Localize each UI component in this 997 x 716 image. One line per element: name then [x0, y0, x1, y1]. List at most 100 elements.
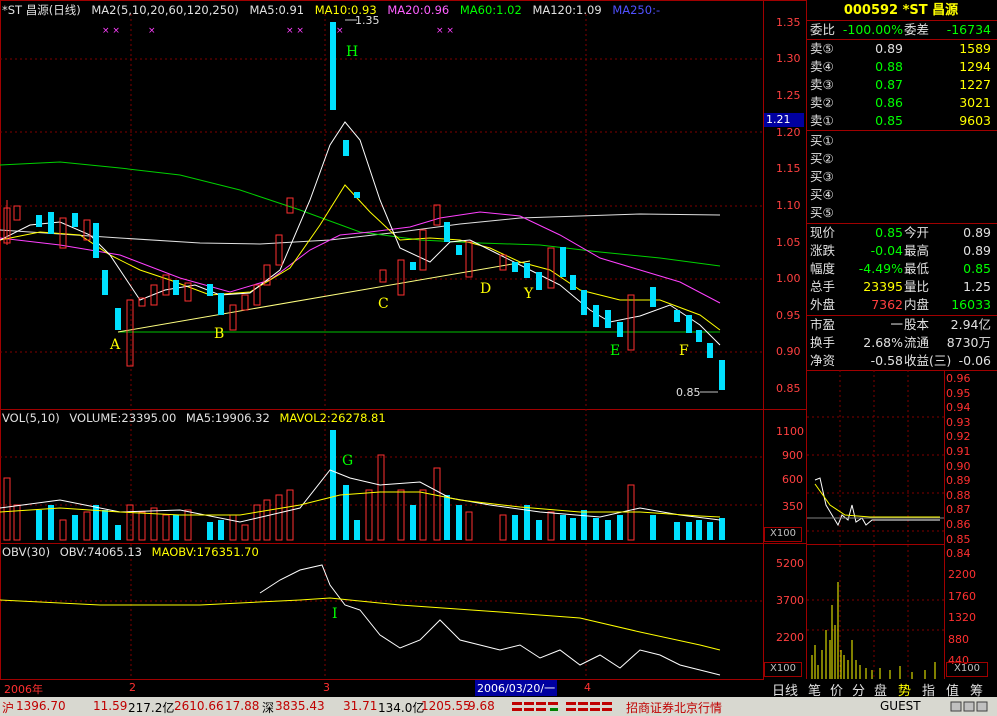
buy-row[interactable]: 买② — [807, 150, 995, 168]
sell-row[interactable]: 卖② 0.86 3021 — [807, 94, 995, 112]
date-axis: 2006年 2 3 2006/03/20/一 4 — [0, 680, 764, 697]
sell-label: 卖① — [810, 113, 834, 128]
obv-tick: 5200 — [776, 557, 804, 570]
low-price-label: 0.85 — [676, 386, 701, 399]
market-breadth-bars — [510, 700, 620, 713]
fin-row: 净资 -0.58 收益(三) -0.06 — [807, 352, 995, 370]
stat-row: 现价 0.85 今开 0.89 — [807, 224, 995, 242]
fin-label: 换手 — [810, 335, 836, 350]
price-tick: 0.85 — [776, 382, 801, 395]
ma120-value: MA120:1.09 — [532, 3, 602, 17]
price-tick: 1.30 — [776, 52, 801, 65]
status-bar: 沪 1396.70 11.59 217.2亿 2610.66 17.88 深 3… — [0, 697, 997, 716]
weicha-value: -16734 — [946, 22, 991, 37]
buy-label: 买⑤ — [810, 205, 834, 220]
fin-label: 市盈 — [810, 317, 836, 332]
ma10-line — [0, 184, 721, 331]
sell-label: 卖⑤ — [810, 41, 834, 56]
intraday-price-tick: 0.95 — [946, 386, 971, 400]
sell-volume: 1227 — [959, 77, 991, 92]
stat-value: 0.89 — [963, 243, 991, 258]
price-tick: 1.00 — [776, 272, 801, 285]
sell-row[interactable]: 卖⑤ 0.89 1589 — [807, 40, 995, 58]
connection-icons — [950, 700, 990, 716]
buy-label: 买② — [810, 151, 834, 166]
price-tick: 1.10 — [776, 199, 801, 212]
point-f-label: F — [679, 343, 689, 359]
fin-row: 市盈 一 股本 2.94亿 — [807, 316, 995, 334]
stat-label: 现价 — [810, 225, 836, 240]
intraday-price-tick: 0.85 — [946, 532, 971, 546]
intraday-price-tick: 0.96 — [946, 372, 971, 385]
stat-label: 最低 — [904, 261, 930, 276]
maobv-value: MAOBV:176351.70 — [151, 545, 259, 559]
ma60-line — [0, 161, 721, 267]
fin-value: 一 — [890, 317, 903, 332]
stat-value: 0.89 — [963, 225, 991, 240]
fin-row: 换手 2.68% 流通 8730万 — [807, 334, 995, 352]
intraday-avg-line — [814, 483, 940, 518]
maobv-line — [0, 597, 721, 651]
sell-row[interactable]: 卖① 0.85 9603 — [807, 112, 995, 130]
sh-label: 沪 — [2, 701, 15, 715]
date-cursor: 2006/03/20/一 — [475, 680, 558, 696]
sz-c: 1205.55 — [421, 699, 471, 713]
stat-value: 23395 — [863, 279, 903, 294]
stat-label: 幅度 — [810, 261, 836, 276]
vol-tick: 600 — [782, 473, 803, 486]
sz-index: 3835.43 — [275, 699, 325, 713]
intraday-vol-tick: 1760 — [948, 589, 976, 603]
stat-row: 总手 23395 量比 1.25 — [807, 278, 995, 296]
sh-amount: 217.2亿 — [128, 701, 175, 715]
view-tabs: 日线 笔 价 分 盘 势 指 值 筹 — [764, 679, 997, 699]
svg-text:× ×: × × — [286, 26, 304, 36]
date-month-3: 3 — [323, 681, 330, 694]
stat-value: -4.49% — [858, 261, 903, 276]
obv-legend: OBV(30) OBV:74065.13 MAOBV:176351.70 — [2, 545, 265, 559]
date-month-4: 4 — [584, 681, 591, 694]
svg-text:×: × — [336, 26, 344, 36]
buy-row[interactable]: 买④ — [807, 186, 995, 204]
stat-label: 总手 — [810, 279, 836, 294]
intraday-unit: X100 — [946, 662, 988, 677]
buy-label: 买③ — [810, 169, 834, 184]
price-tick: 1.15 — [776, 162, 801, 175]
obv-value: OBV:74065.13 — [59, 545, 142, 559]
point-c-label: C — [378, 296, 389, 312]
sell-row[interactable]: 卖③ 0.87 1227 — [807, 76, 995, 94]
intraday-price-tick: 0.84 — [946, 547, 971, 561]
stat-row: 外盘 7362 内盘 16033 — [807, 296, 995, 314]
sz-b: 17.88 — [225, 699, 260, 713]
broker-feed[interactable]: 招商证券北京行情 — [626, 699, 722, 716]
obv-unit: X100 — [764, 662, 802, 677]
ma-label: MA2(5,10,20,60,120,250) — [91, 3, 239, 17]
intraday-vol-tick: 2200 — [948, 568, 976, 581]
svg-text:× ×: × × — [102, 26, 120, 36]
svg-text:× ×: × × — [436, 26, 454, 36]
fin-value: 8730万 — [946, 335, 991, 350]
fin-label: 收益(三) — [904, 353, 952, 368]
buy-row[interactable]: 买⑤ — [807, 204, 995, 222]
vol-mavol2: MAVOL2:26278.81 — [279, 411, 386, 425]
sh-index: 1396.70 — [16, 699, 66, 713]
price-cursor-marker: 1.21 — [764, 113, 804, 127]
sz-label: 深 — [262, 701, 275, 715]
fin-label: 净资 — [810, 353, 836, 368]
buy-row[interactable]: 买① — [807, 132, 995, 150]
intraday-price-tick: 0.86 — [946, 517, 971, 531]
fin-label: 流通 — [904, 335, 930, 350]
quote-panel: 000592 *ST 昌源 委比 -100.00% 委差 -16734 卖⑤ 0… — [807, 0, 997, 400]
intraday-price-tick: 0.90 — [946, 459, 971, 473]
sell-volume: 1589 — [959, 41, 991, 56]
sell-volume: 3021 — [959, 95, 991, 110]
sell-price: 0.85 — [875, 113, 903, 128]
intraday-price-tick: 0.87 — [946, 503, 971, 517]
intraday-price-tick: 0.89 — [946, 474, 971, 488]
buy-row[interactable]: 买③ — [807, 168, 995, 186]
intraday-price-tick: 0.93 — [946, 415, 971, 429]
sell-row[interactable]: 卖④ 0.88 1294 — [807, 58, 995, 76]
sz-amount: 134.0亿 — [378, 701, 425, 715]
obv-line — [259, 564, 721, 676]
fin-value: -0.06 — [958, 353, 991, 368]
sell-price: 0.87 — [875, 77, 903, 92]
